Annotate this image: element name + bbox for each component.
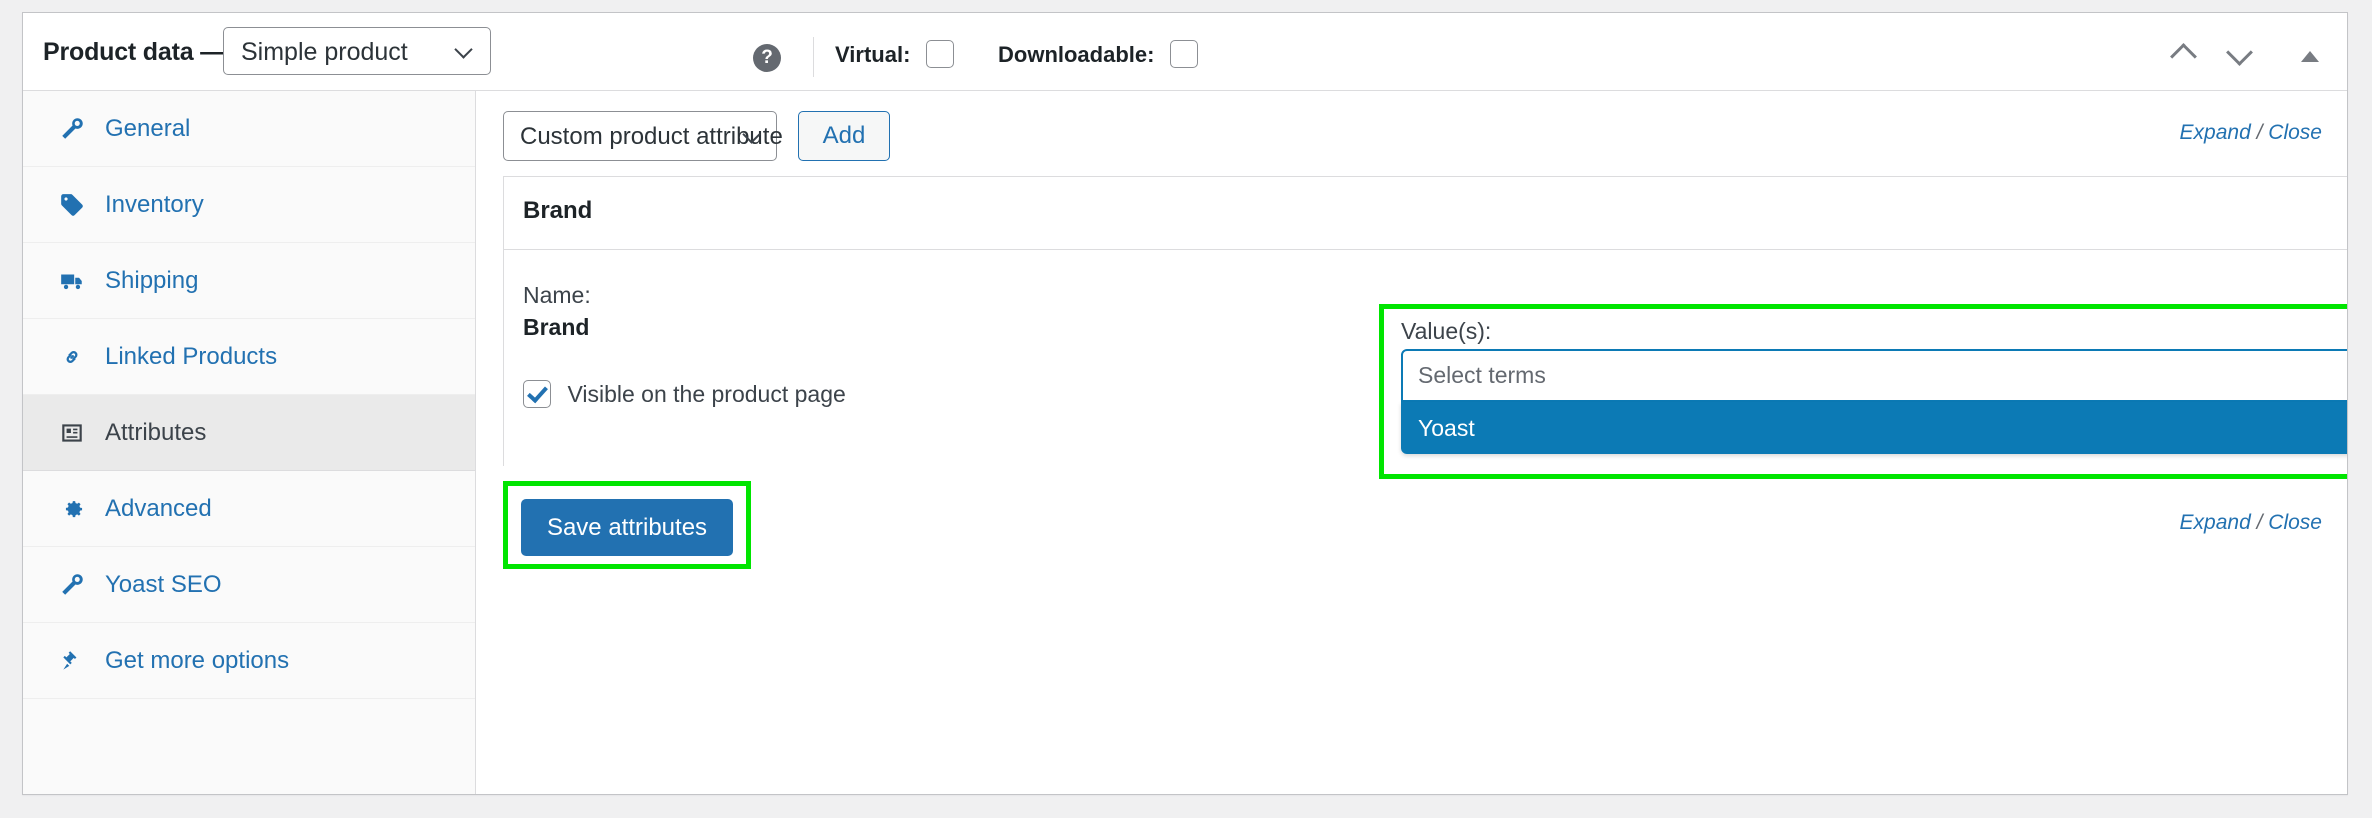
gear-icon bbox=[59, 496, 85, 522]
attributes-footer: Save attributes Expand / Close bbox=[503, 466, 2347, 586]
close-link[interactable]: Close bbox=[2268, 121, 2322, 144]
term-option-yoast[interactable]: Yoast bbox=[1401, 402, 2348, 454]
toggle-panel-icon[interactable] bbox=[2297, 47, 2323, 67]
select-terms-placeholder: Select terms bbox=[1418, 362, 1546, 389]
wrench-icon bbox=[59, 116, 85, 142]
sidebar-item-advanced[interactable]: Advanced bbox=[23, 471, 475, 547]
visible-on-product-page-checkbox[interactable] bbox=[523, 380, 551, 408]
truck-icon bbox=[59, 268, 85, 294]
attributes-panel: Custom product attribute Add Expand / Cl… bbox=[476, 91, 2347, 794]
visible-on-product-page-row[interactable]: Visible on the product page bbox=[523, 380, 846, 408]
product-data-metabox: Product data — Simple product ? Virtual:… bbox=[22, 12, 2348, 795]
attributes-icon bbox=[59, 420, 85, 446]
sidebar-item-attributes[interactable]: Attributes bbox=[23, 395, 475, 471]
values-label: Value(s): bbox=[1401, 318, 1491, 345]
virtual-label: Virtual: bbox=[835, 42, 910, 67]
sidebar-item-yoast-seo[interactable]: Yoast SEO bbox=[23, 547, 475, 623]
sidebar-item-label: Inventory bbox=[105, 191, 204, 219]
link-icon bbox=[59, 344, 85, 370]
visible-on-product-page-label: Visible on the product page bbox=[567, 381, 845, 408]
downloadable-label: Downloadable: bbox=[998, 42, 1154, 67]
expand-close-links-top: Expand / Close bbox=[2180, 121, 2322, 145]
downloadable-checkbox[interactable] bbox=[1170, 40, 1198, 68]
expand-link[interactable]: Expand bbox=[2180, 511, 2251, 534]
product-type-select[interactable]: Simple product bbox=[223, 27, 491, 75]
sidebar-item-label: Linked Products bbox=[105, 343, 277, 371]
save-attributes-button[interactable]: Save attributes bbox=[521, 499, 733, 556]
tag-icon bbox=[59, 192, 85, 218]
product-data-tabs: General Inventory Shipping Linked Produc… bbox=[23, 91, 476, 794]
sidebar-item-label: General bbox=[105, 115, 190, 143]
help-icon[interactable]: ? bbox=[753, 44, 781, 72]
header-divider bbox=[813, 37, 814, 77]
downloadable-checkbox-group[interactable]: Downloadable: bbox=[998, 41, 1198, 69]
page-title: Product data — bbox=[43, 38, 225, 67]
attribute-name-value: Brand bbox=[523, 314, 589, 341]
product-type-value: Simple product bbox=[241, 38, 408, 67]
expand-close-separator: / bbox=[2257, 121, 2263, 144]
attribute-card-header[interactable]: Brand bbox=[504, 177, 2347, 250]
sidebar-item-inventory[interactable]: Inventory bbox=[23, 167, 475, 243]
sidebar-item-general[interactable]: General bbox=[23, 91, 475, 167]
attribute-name-label: Name: bbox=[523, 282, 591, 309]
chevron-down-icon[interactable] bbox=[2223, 43, 2257, 65]
virtual-checkbox-group[interactable]: Virtual: bbox=[835, 41, 954, 69]
product-data-body: General Inventory Shipping Linked Produc… bbox=[23, 91, 2347, 794]
attribute-type-value: Custom product attribute bbox=[520, 123, 783, 151]
product-data-header: Product data — Simple product ? Virtual:… bbox=[23, 13, 2347, 91]
chevron-up-icon[interactable] bbox=[2167, 43, 2201, 65]
add-attribute-button[interactable]: Add bbox=[798, 111, 890, 161]
attribute-card-title: Brand bbox=[523, 197, 592, 225]
wrench-icon bbox=[59, 572, 85, 598]
sidebar-item-label: Attributes bbox=[105, 419, 206, 447]
sidebar-item-shipping[interactable]: Shipping bbox=[23, 243, 475, 319]
sidebar-item-label: Yoast SEO bbox=[105, 571, 222, 599]
close-link[interactable]: Close bbox=[2268, 511, 2322, 534]
sidebar-item-get-more-options[interactable]: Get more options bbox=[23, 623, 475, 699]
attribute-type-select[interactable]: Custom product attribute bbox=[503, 111, 777, 161]
terms-dropdown: Yoast bbox=[1401, 402, 2348, 454]
expand-close-links-bottom: Expand / Close bbox=[2180, 511, 2322, 535]
select-terms-input[interactable]: Select terms bbox=[1401, 349, 2348, 402]
virtual-checkbox[interactable] bbox=[926, 40, 954, 68]
expand-link[interactable]: Expand bbox=[2180, 121, 2251, 144]
sidebar-item-label: Shipping bbox=[105, 267, 198, 295]
help-glyph: ? bbox=[753, 47, 781, 69]
sidebar-item-label: Get more options bbox=[105, 647, 289, 675]
sidebar-item-label: Advanced bbox=[105, 495, 212, 523]
attributes-toolbar: Custom product attribute Add Expand / Cl… bbox=[476, 91, 2347, 176]
plugin-icon bbox=[59, 648, 85, 674]
expand-close-separator: / bbox=[2257, 511, 2263, 534]
sidebar-item-linked-products[interactable]: Linked Products bbox=[23, 319, 475, 395]
chevron-down-icon bbox=[456, 42, 474, 60]
